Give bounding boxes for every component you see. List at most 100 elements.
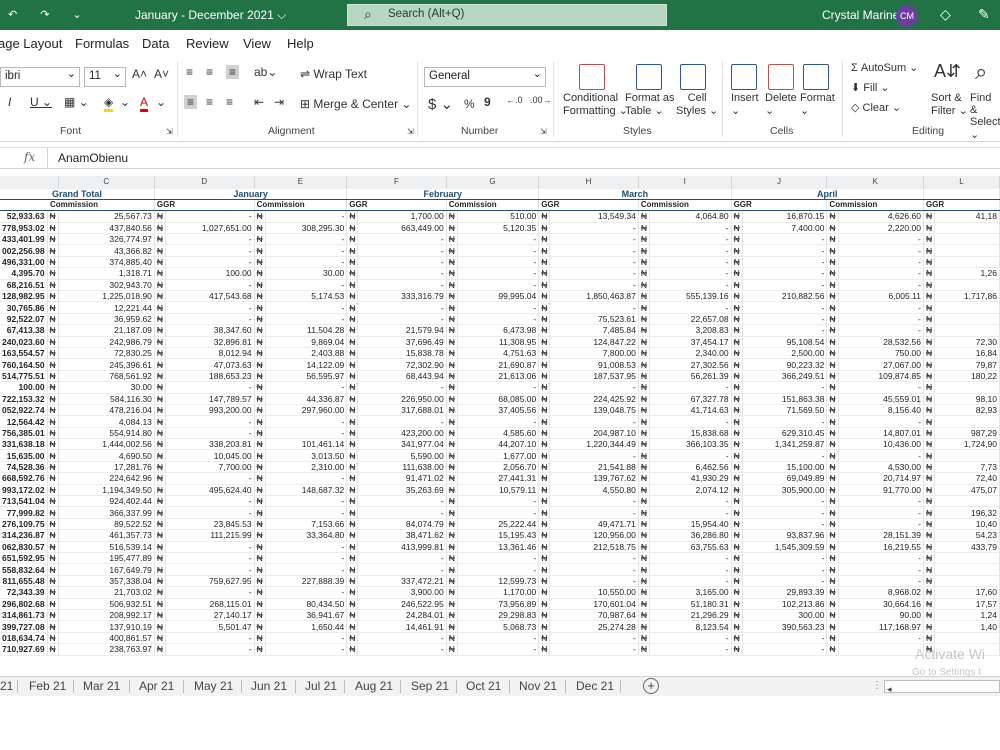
value-cell[interactable]: - xyxy=(265,301,348,314)
currency-symbol-cell[interactable]: ₦ xyxy=(47,313,59,326)
value-cell[interactable]: 93,837.96 xyxy=(742,529,828,542)
currency-symbol-cell[interactable]: ₦ xyxy=(47,404,59,417)
value-cell[interactable]: 36,286.80 xyxy=(649,529,732,542)
value-cell[interactable]: - xyxy=(457,495,540,508)
value-cell[interactable]: - xyxy=(165,415,255,428)
value-cell[interactable]: 6,005.11 xyxy=(838,290,924,303)
currency-symbol-cell[interactable]: ₦ xyxy=(923,518,936,531)
value-cell[interactable]: 366,103.35 xyxy=(649,438,732,451)
value-cell[interactable]: - xyxy=(549,267,639,280)
value-cell[interactable]: 25,274.28 xyxy=(549,620,639,633)
value-cell[interactable]: 72,30 xyxy=(934,336,1000,348)
number-format-combo[interactable]: General xyxy=(424,67,546,87)
grand-total-commission-cell[interactable]: 17,281.76 xyxy=(58,461,155,474)
currency-symbol-cell[interactable]: ₦ xyxy=(47,563,59,576)
tab-review[interactable]: Review xyxy=(186,36,229,51)
grand-total-commission-cell[interactable]: 326,774.97 xyxy=(58,233,155,246)
currency-symbol-cell[interactable]: ₦ xyxy=(923,358,936,371)
value-cell[interactable]: - xyxy=(165,381,255,394)
grand-total-commission-cell[interactable]: 36,959.62 xyxy=(58,313,155,326)
currency-symbol-cell[interactable]: ₦ xyxy=(923,301,936,314)
format-button[interactable]: Format ⌄ xyxy=(800,92,835,117)
scroll-left-icon[interactable]: ◂ xyxy=(885,684,892,694)
value-cell[interactable] xyxy=(934,415,1000,428)
value-cell[interactable]: 148,687.32 xyxy=(265,484,348,497)
grand-total-ggr-cell[interactable]: 052,922.74 xyxy=(0,404,48,417)
value-cell[interactable]: - xyxy=(838,449,924,462)
value-cell[interactable]: - xyxy=(165,233,255,246)
currency-symbol-cell[interactable]: ₦ xyxy=(446,438,458,451)
currency-symbol-cell[interactable]: ₦ xyxy=(254,222,266,235)
value-cell[interactable]: 63,755.63 xyxy=(649,541,732,554)
currency-symbol-cell[interactable]: ₦ xyxy=(638,484,651,497)
grand-total-commission-cell[interactable]: 245,396.61 xyxy=(58,358,155,371)
currency-symbol-cell[interactable]: ₦ xyxy=(346,643,359,656)
currency-symbol-cell[interactable]: ₦ xyxy=(731,438,743,451)
value-cell[interactable]: - xyxy=(457,552,540,565)
value-cell[interactable]: 4,550.80 xyxy=(549,484,639,497)
currency-symbol-cell[interactable]: ₦ xyxy=(47,620,59,633)
value-cell[interactable]: 7,153.66 xyxy=(265,518,348,531)
value-cell[interactable]: 41,18 xyxy=(934,210,1000,223)
value-cell[interactable]: 41,930.29 xyxy=(649,472,732,485)
value-cell[interactable]: 423,200.00 xyxy=(357,427,447,440)
value-cell[interactable]: 333,316.79 xyxy=(357,290,447,303)
grand-total-ggr-cell[interactable]: 12,564.42 xyxy=(0,415,48,428)
grand-total-ggr-cell[interactable]: 668,592.76 xyxy=(0,472,48,485)
currency-symbol-cell[interactable]: ₦ xyxy=(254,449,266,462)
value-cell[interactable]: 10,550.00 xyxy=(549,586,639,599)
currency-symbol-cell[interactable]: ₦ xyxy=(446,472,458,485)
currency-symbol-cell[interactable]: ₦ xyxy=(154,233,167,246)
currency-symbol-cell[interactable]: ₦ xyxy=(47,484,59,497)
grand-total-commission-cell[interactable]: 584,116.30 xyxy=(58,393,155,405)
currency-symbol-cell[interactable]: ₦ xyxy=(446,461,458,474)
february-header[interactable]: February xyxy=(346,188,540,200)
currency-symbol-cell[interactable]: ₦ xyxy=(446,324,458,337)
value-cell[interactable]: 13,549.34 xyxy=(549,210,639,223)
grand-total-ggr-cell[interactable]: 722,153.32 xyxy=(0,393,48,405)
value-cell[interactable]: - xyxy=(165,495,255,508)
currency-symbol-cell[interactable]: ₦ xyxy=(538,518,551,531)
grand-total-ggr-cell[interactable]: 74,528.36 xyxy=(0,461,48,474)
grand-total-ggr-cell[interactable]: 68,216.51 xyxy=(0,279,48,292)
currency-symbol-cell[interactable]: ₦ xyxy=(254,256,266,269)
ggr-subheader[interactable]: GGR xyxy=(346,199,447,212)
currency-symbol-cell[interactable]: ₦ xyxy=(731,370,743,383)
value-cell[interactable]: 49,471.71 xyxy=(549,518,639,531)
conditional-formatting-button[interactable]: Conditional Formatting ⌄ xyxy=(563,92,628,117)
currency-symbol-cell[interactable]: ₦ xyxy=(638,336,651,348)
currency-symbol-cell[interactable]: ₦ xyxy=(446,347,458,360)
value-cell[interactable]: 366,249.51 xyxy=(742,370,828,383)
value-cell[interactable]: 337,472.21 xyxy=(357,575,447,588)
align-middle-icon[interactable]: ≡ xyxy=(206,65,213,79)
insert-button[interactable]: Insert ⌄ xyxy=(731,92,759,117)
value-cell[interactable]: - xyxy=(742,415,828,428)
currency-symbol-cell[interactable]: ₦ xyxy=(638,244,651,257)
font-color-icon[interactable]: A xyxy=(140,95,149,112)
currency-symbol-cell[interactable]: ₦ xyxy=(731,233,743,246)
currency-symbol-cell[interactable]: ₦ xyxy=(47,301,59,314)
value-cell[interactable]: - xyxy=(265,643,348,656)
currency-symbol-cell[interactable]: ₦ xyxy=(254,404,266,417)
value-cell[interactable]: - xyxy=(742,563,828,576)
value-cell[interactable] xyxy=(934,256,1000,269)
value-cell[interactable]: - xyxy=(265,563,348,576)
currency-symbol-cell[interactable]: ₦ xyxy=(154,256,167,269)
value-cell[interactable]: 1,26 xyxy=(934,267,1000,280)
commission-subheader[interactable]: Commission xyxy=(254,199,348,212)
currency-symbol-cell[interactable]: ₦ xyxy=(254,506,266,519)
currency-symbol-cell[interactable]: ₦ xyxy=(731,358,743,371)
currency-symbol-cell[interactable]: ₦ xyxy=(826,620,839,633)
value-cell[interactable]: - xyxy=(165,541,255,554)
value-cell[interactable]: 16,219.55 xyxy=(838,541,924,554)
currency-symbol-cell[interactable]: ₦ xyxy=(638,495,651,508)
value-cell[interactable]: - xyxy=(838,495,924,508)
currency-symbol-cell[interactable]: ₦ xyxy=(346,210,359,223)
value-cell[interactable]: - xyxy=(549,381,639,394)
currency-symbol-cell[interactable]: ₦ xyxy=(47,233,59,246)
value-cell[interactable]: 37,405.56 xyxy=(457,404,540,417)
value-cell[interactable]: 15,838.78 xyxy=(357,347,447,360)
value-cell[interactable]: - xyxy=(649,643,732,656)
currency-symbol-cell[interactable]: ₦ xyxy=(346,449,359,462)
currency-symbol-cell[interactable]: ₦ xyxy=(538,347,551,360)
